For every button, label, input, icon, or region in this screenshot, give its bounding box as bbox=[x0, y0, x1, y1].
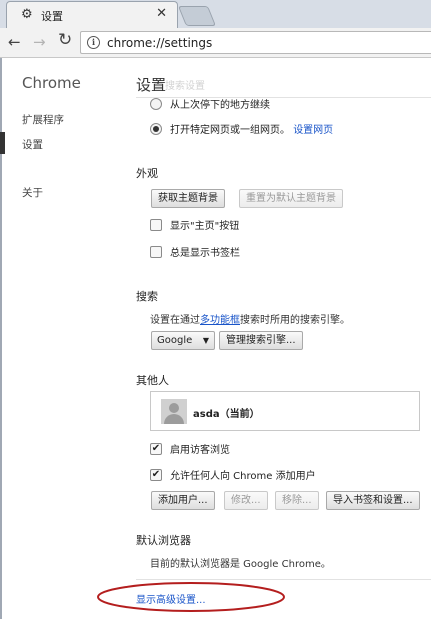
new-tab-button[interactable] bbox=[177, 6, 217, 26]
show-bookmarks-option[interactable]: 总是显示书签栏 bbox=[150, 246, 240, 262]
search-settings-placeholder: 搜索设置 bbox=[165, 81, 205, 92]
close-icon[interactable]: ✕ bbox=[156, 6, 167, 21]
show-home-label: 显示"主页"按钮 bbox=[170, 221, 240, 232]
show-home-option[interactable]: 显示"主页"按钮 bbox=[150, 219, 239, 235]
guest-browsing-label: 启用访客浏览 bbox=[170, 445, 230, 456]
dropdown-arrow-icon: ▼ bbox=[202, 336, 209, 345]
guest-browsing-option[interactable]: ✔ 启用访客浏览 bbox=[150, 443, 230, 459]
forward-arrow-icon[interactable]: → bbox=[33, 33, 46, 51]
startup-continue-option[interactable]: 从上次停下的地方继续 bbox=[150, 98, 270, 114]
page-title: 设置 bbox=[136, 76, 167, 94]
edit-user-button[interactable]: 修改... bbox=[224, 491, 268, 510]
allow-add-users-checkbox[interactable]: ✔ bbox=[150, 469, 162, 481]
startup-specific-pages-option[interactable]: 打开特定网页或一组网页。 设置网页 bbox=[150, 123, 333, 139]
startup-continue-label: 从上次停下的地方继续 bbox=[170, 100, 270, 111]
appearance-section-title: 外观 bbox=[136, 167, 158, 180]
gear-icon: ⚙ bbox=[21, 7, 33, 22]
default-browser-description: 目前的默认浏览器是 Google Chrome。 bbox=[150, 559, 331, 570]
allow-add-users-label: 允许任何人向 Chrome 添加用户 bbox=[170, 471, 316, 482]
omnibox-link[interactable]: 多功能框 bbox=[200, 315, 240, 326]
reset-theme-button[interactable]: 重置为默认主题背景 bbox=[239, 189, 343, 208]
sidebar-item-about[interactable]: 关于 bbox=[22, 185, 43, 200]
guest-browsing-checkbox[interactable]: ✔ bbox=[150, 443, 162, 455]
search-engine-select[interactable]: Google ▼ bbox=[151, 331, 215, 350]
search-section-title: 搜索 bbox=[136, 290, 158, 303]
manage-search-engines-button[interactable]: 管理搜索引擎... bbox=[219, 331, 303, 350]
set-pages-link[interactable]: 设置网页 bbox=[293, 125, 333, 136]
show-bookmarks-label: 总是显示书签栏 bbox=[170, 248, 240, 259]
tab-settings[interactable]: ⚙ 设置 ✕ bbox=[6, 1, 178, 28]
info-icon[interactable]: i bbox=[87, 36, 100, 49]
default-browser-section-title: 默认浏览器 bbox=[136, 534, 191, 547]
startup-specific-label: 打开特定网页或一组网页。 bbox=[170, 125, 290, 136]
tab-title: 设置 bbox=[41, 10, 63, 23]
remove-user-button[interactable]: 移除... bbox=[275, 491, 319, 510]
tab-strip: ⚙ 设置 ✕ bbox=[0, 0, 431, 28]
people-section-title: 其他人 bbox=[136, 374, 169, 387]
import-bookmarks-button[interactable]: 导入书签和设置... bbox=[326, 491, 420, 510]
sidebar-active-indicator bbox=[0, 132, 5, 154]
get-themes-button[interactable]: 获取主题背景 bbox=[151, 189, 225, 208]
radio-specific-pages[interactable] bbox=[150, 123, 162, 135]
back-arrow-icon[interactable]: ← bbox=[8, 33, 21, 51]
show-advanced-settings-link[interactable]: 显示高级设置... bbox=[136, 591, 206, 606]
sidebar-title: Chrome bbox=[22, 74, 81, 92]
address-bar[interactable]: i chrome://settings bbox=[80, 31, 431, 54]
reload-icon[interactable]: ↻ bbox=[58, 31, 72, 49]
footer-divider bbox=[136, 579, 431, 580]
toolbar: ← → ↻ i chrome://settings bbox=[0, 28, 431, 58]
sidebar-item-extensions[interactable]: 扩展程序 bbox=[22, 112, 64, 127]
sidebar-item-settings[interactable]: 设置 bbox=[22, 137, 43, 152]
search-desc-prefix: 设置在通过 bbox=[150, 315, 200, 326]
avatar bbox=[161, 399, 187, 424]
address-url: chrome://settings bbox=[107, 36, 213, 50]
show-home-checkbox[interactable] bbox=[150, 219, 162, 231]
radio-continue[interactable] bbox=[150, 98, 162, 110]
search-desc-suffix: 搜索时所用的搜索引擎。 bbox=[240, 315, 350, 326]
show-bookmarks-checkbox[interactable] bbox=[150, 246, 162, 258]
current-user-name: asda（当前） bbox=[193, 409, 260, 420]
search-description: 设置在通过多功能框搜索时所用的搜索引擎。 bbox=[150, 311, 350, 326]
search-engine-value: Google bbox=[157, 335, 193, 346]
allow-add-users-option[interactable]: ✔ 允许任何人向 Chrome 添加用户 bbox=[150, 469, 316, 485]
user-list[interactable]: asda（当前） bbox=[150, 391, 420, 431]
add-user-button[interactable]: 添加用户... bbox=[151, 491, 215, 510]
